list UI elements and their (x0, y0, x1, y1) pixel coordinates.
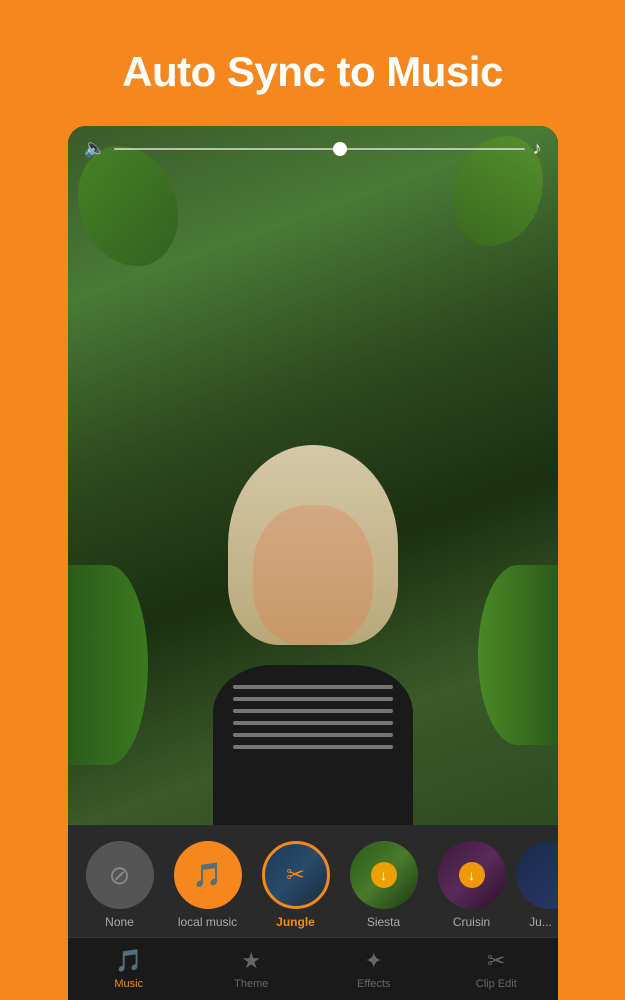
video-area: 🔈 ♪ (68, 126, 558, 825)
body (213, 665, 413, 825)
nav-item-theme[interactable]: ★ Theme (190, 938, 313, 1000)
music-nav-label: Music (114, 978, 143, 990)
stripe (233, 733, 393, 737)
music-items-list: ⊘ None 🎵 local music ✂ Jungle (68, 841, 558, 929)
cruisin-download-badge: ↓ (459, 862, 485, 888)
theme-nav-label: Theme (234, 978, 268, 990)
jungle-icon: ✂ (286, 862, 304, 888)
nav-item-clip-edit[interactable]: ✂ Clip Edit (435, 938, 558, 1000)
stripe (233, 721, 393, 725)
none-icon: ⊘ (109, 860, 131, 891)
leaf-decoration (68, 565, 148, 765)
theme-nav-icon: ★ (241, 948, 261, 974)
effects-nav-label: Effects (357, 978, 390, 990)
stripe (233, 745, 393, 749)
nav-item-music[interactable]: 🎵 Music (68, 938, 191, 1000)
music-item-siesta[interactable]: ↓ Siesta (340, 841, 428, 929)
partial-icon-circle (516, 841, 558, 909)
shirt-stripes (233, 685, 393, 805)
music-item-none[interactable]: ⊘ None (76, 841, 164, 929)
music-item-cruisin[interactable]: ↓ Cruisin (428, 841, 516, 929)
video-background: 🔈 ♪ (68, 126, 558, 825)
bottom-navigation: 🎵 Music ★ Theme ✦ Effects ✂ Clip Edit (68, 937, 558, 1000)
cruisin-icon-circle: ↓ (438, 841, 506, 909)
person-silhouette (173, 445, 453, 825)
music-item-jungle[interactable]: ✂ Jungle (252, 841, 340, 929)
partial-label: Ju... (529, 915, 552, 929)
none-label: None (105, 915, 134, 929)
effects-nav-icon: ✦ (365, 948, 383, 974)
page-title: Auto Sync to Music (122, 48, 503, 96)
jungle-label: Jungle (276, 915, 315, 929)
none-icon-circle: ⊘ (86, 841, 154, 909)
volume-slider[interactable] (114, 148, 525, 150)
slider-thumb[interactable] (333, 142, 347, 156)
nav-item-effects[interactable]: ✦ Effects (313, 938, 436, 1000)
partial-circle (516, 841, 558, 909)
siesta-download-badge: ↓ (371, 862, 397, 888)
music-icon: 🎵 (193, 861, 223, 890)
local-music-label: local music (178, 915, 237, 929)
cruisin-label: Cruisin (453, 915, 490, 929)
leaf-decoration (478, 565, 558, 745)
music-note-icon: ♪ (533, 138, 542, 159)
header: Auto Sync to Music (0, 0, 625, 126)
stripe (233, 709, 393, 713)
clip-edit-nav-icon: ✂ (487, 948, 505, 974)
stripe (233, 685, 393, 689)
volume-icon[interactable]: 🔈 (84, 138, 106, 159)
music-item-local[interactable]: 🎵 local music (164, 841, 252, 929)
music-item-partial[interactable]: Ju... (516, 841, 558, 929)
music-selector: ⊘ None 🎵 local music ✂ Jungle (68, 825, 558, 937)
clip-edit-nav-label: Clip Edit (476, 978, 517, 990)
phone-container: 🔈 ♪ ⊘ None 🎵 local music (68, 126, 558, 1000)
stripe (233, 697, 393, 701)
music-nav-icon: 🎵 (115, 948, 142, 974)
face (253, 505, 373, 645)
download-icon: ↓ (468, 867, 475, 883)
siesta-label: Siesta (367, 915, 400, 929)
local-music-icon-circle: 🎵 (174, 841, 242, 909)
video-controls: 🔈 ♪ (68, 126, 558, 171)
siesta-icon-circle: ↓ (350, 841, 418, 909)
download-icon: ↓ (380, 867, 387, 883)
jungle-icon-circle: ✂ (262, 841, 330, 909)
